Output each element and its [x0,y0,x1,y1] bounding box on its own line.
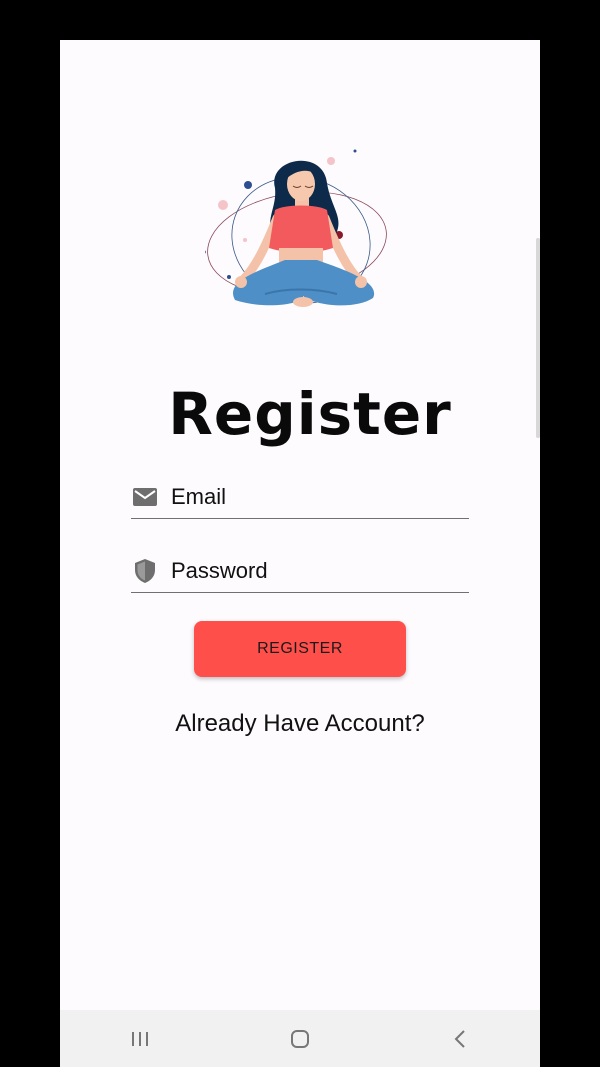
mail-icon [131,483,159,511]
email-input[interactable] [171,484,451,510]
back-icon[interactable] [430,1019,490,1059]
home-icon[interactable] [270,1019,330,1059]
password-field[interactable] [131,550,469,593]
app-screen: Register REGISTER Already Have Account? [60,40,540,1067]
page-title: Register [168,380,452,448]
shield-icon [131,557,159,585]
already-have-account-link[interactable]: Already Have Account? [60,710,540,738]
meditating-woman-illustration [205,149,387,307]
recent-apps-icon[interactable] [110,1019,170,1059]
system-nav-bar [60,1010,540,1067]
email-field[interactable] [131,476,469,519]
password-input[interactable] [171,558,451,584]
register-button[interactable]: REGISTER [194,621,406,677]
